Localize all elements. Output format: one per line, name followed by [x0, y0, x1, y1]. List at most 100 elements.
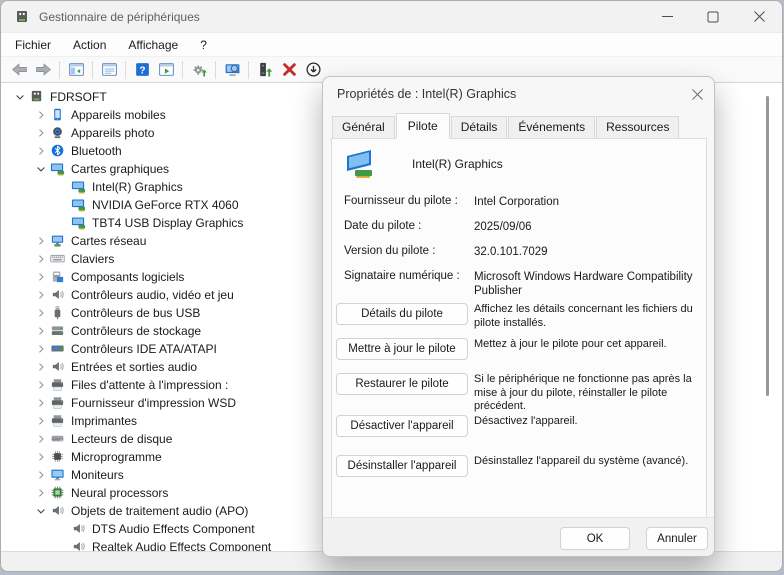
tree-item-label: Cartes graphiques [71, 162, 169, 176]
bluetooth-icon [50, 143, 66, 159]
tree-item-label: TBT4 USB Display Graphics [92, 216, 243, 230]
menu-item-?[interactable]: ? [189, 35, 218, 55]
scan-hardware-icon[interactable] [187, 59, 211, 81]
update-driver-button[interactable]: Mettre à jour le pilote [336, 338, 468, 360]
dialog-close-icon[interactable] [680, 79, 714, 109]
tab-détails[interactable]: Détails [451, 116, 508, 138]
chevron-right-icon[interactable] [32, 485, 50, 501]
tab-général[interactable]: Général [332, 116, 395, 138]
chevron-right-icon[interactable] [32, 143, 50, 159]
chevron-right-icon[interactable] [32, 395, 50, 411]
driver-field-value: Intel Corporation [474, 195, 696, 209]
mobile-device-icon [50, 107, 66, 123]
speaker-icon [71, 521, 87, 537]
chevron-right-icon[interactable] [32, 359, 50, 375]
tree-item-label: Moniteurs [71, 468, 124, 482]
chevron-right-icon[interactable] [32, 323, 50, 339]
titlebar: Gestionnaire de périphériques [1, 1, 782, 33]
tree-item-label: Files d'attente à l'impression : [71, 378, 228, 392]
menu-item-fichier[interactable]: Fichier [4, 35, 62, 55]
driver-action-description: Désinstallez l'appareil du système (avan… [474, 455, 698, 469]
chevron-right-icon[interactable] [32, 107, 50, 123]
chevron-right-icon[interactable] [32, 467, 50, 483]
window-controls [644, 1, 782, 33]
driver-action-description: Affichez les détails concernant les fich… [474, 303, 698, 330]
graphics-card-icon [344, 147, 384, 181]
chevron-spacer [53, 539, 71, 551]
toolbar-separator [59, 61, 60, 79]
chevron-right-icon[interactable] [32, 233, 50, 249]
neural-processor-icon [50, 485, 66, 501]
minimize-icon[interactable] [644, 1, 690, 33]
driver-field-value: Microsoft Windows Hardware Compatibility… [474, 270, 696, 298]
tree-item-label: Appareils mobiles [71, 108, 166, 122]
chevron-right-icon[interactable] [32, 431, 50, 447]
tab-événements[interactable]: Événements [508, 116, 595, 138]
printer-icon [50, 377, 66, 393]
action-pane-icon[interactable] [154, 59, 178, 81]
chevron-down-icon[interactable] [32, 503, 50, 519]
toolbar-separator [125, 61, 126, 79]
device-header: Intel(R) Graphics [344, 147, 503, 181]
close-icon[interactable] [736, 1, 782, 33]
storage-controller-icon [50, 323, 66, 339]
toolbar-separator [215, 61, 216, 79]
menu-item-action[interactable]: Action [62, 35, 117, 55]
chevron-spacer [53, 215, 71, 231]
help-icon[interactable]: ? [130, 59, 154, 81]
driver-field-label: Signataire numérique : [344, 270, 460, 282]
keyboard-icon [50, 251, 66, 267]
driver-field-label: Version du pilote : [344, 245, 435, 257]
driver-field-label: Fournisseur du pilote : [344, 195, 458, 207]
computer-icon [29, 89, 45, 105]
tree-item-label: Appareils photo [71, 126, 154, 140]
driver-action-description: Mettez à jour le pilote pour cet apparei… [474, 338, 698, 352]
toolbar-separator [248, 61, 249, 79]
back-icon[interactable] [7, 59, 31, 81]
properties-icon[interactable] [97, 59, 121, 81]
uninstall-device-button[interactable]: Désinstaller l'appareil [336, 455, 468, 477]
device-name: Intel(R) Graphics [412, 157, 503, 171]
chevron-down-icon[interactable] [32, 161, 50, 177]
uninstall-icon[interactable] [277, 59, 301, 81]
console-tree-icon[interactable] [64, 59, 88, 81]
driver-details-button[interactable]: Détails du pilote [336, 303, 468, 325]
software-component-icon [50, 269, 66, 285]
driver-tab-page: Intel(R) Graphics Fournisseur du pilote … [331, 138, 707, 519]
chevron-right-icon[interactable] [32, 449, 50, 465]
chevron-right-icon[interactable] [32, 125, 50, 141]
chevron-right-icon[interactable] [32, 341, 50, 357]
chevron-right-icon[interactable] [32, 413, 50, 429]
roll-back-driver-button[interactable]: Restaurer le pilote [336, 373, 468, 395]
chevron-right-icon[interactable] [32, 287, 50, 303]
speaker-icon [50, 359, 66, 375]
chevron-down-icon[interactable] [11, 89, 29, 105]
maximize-icon[interactable] [690, 1, 736, 33]
driver-action-description: Si le périphérique ne fonctionne pas apr… [474, 373, 698, 414]
driver-field-value: 2025/09/06 [474, 220, 696, 234]
window-title: Gestionnaire de périphériques [39, 10, 200, 24]
chevron-right-icon[interactable] [32, 305, 50, 321]
tree-item-label: Intel(R) Graphics [92, 180, 183, 194]
menu-item-affichage[interactable]: Affichage [117, 35, 189, 55]
dialog-title: Propriétés de : Intel(R) Graphics [337, 87, 516, 101]
driver-field-value: 32.0.101.7029 [474, 245, 696, 259]
chevron-spacer [53, 521, 71, 537]
tab-pilote[interactable]: Pilote [396, 113, 450, 139]
disable-device-icon[interactable] [301, 59, 325, 81]
computer-search-icon[interactable] [220, 59, 244, 81]
chevron-right-icon[interactable] [32, 269, 50, 285]
chevron-right-icon[interactable] [32, 377, 50, 393]
forward-icon[interactable] [31, 59, 55, 81]
chevron-right-icon[interactable] [32, 251, 50, 267]
update-driver-icon[interactable] [253, 59, 277, 81]
svg-text:?: ? [139, 65, 145, 76]
tree-item-label: Contrôleurs IDE ATA/ATAPI [71, 342, 217, 356]
tab-ressources[interactable]: Ressources [596, 116, 679, 138]
cancel-button[interactable]: Annuler [646, 527, 708, 550]
tree-item-label: Lecteurs de disque [71, 432, 172, 446]
disable-device-button[interactable]: Désactiver l'appareil [336, 415, 468, 437]
ok-button[interactable]: OK [560, 527, 630, 550]
speaker-icon [50, 287, 66, 303]
tree-scrollbar[interactable] [766, 96, 769, 396]
